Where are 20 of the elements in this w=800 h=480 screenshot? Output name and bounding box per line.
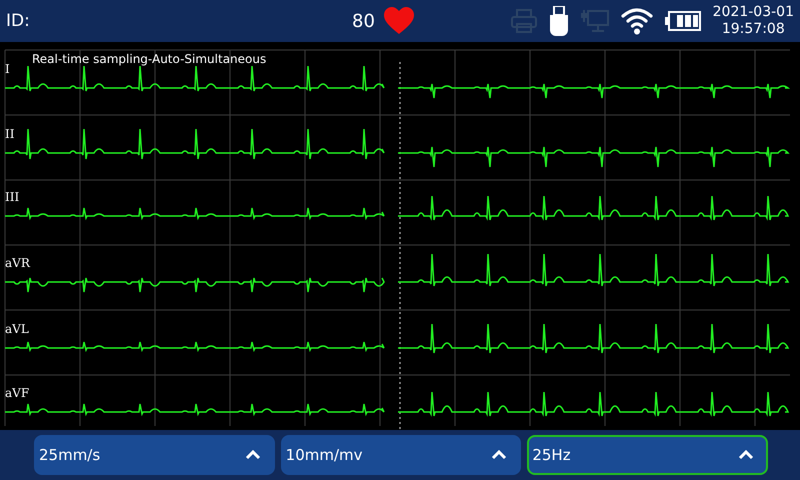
heart-icon xyxy=(382,7,415,35)
lead-label: aVL xyxy=(5,322,29,336)
lead-label: I xyxy=(5,62,10,76)
sampling-mode-text: Real-time sampling-Auto-Simultaneous xyxy=(32,52,266,66)
settings-dropdown[interactable]: 10mm/mv xyxy=(280,435,522,475)
settings-dropdown[interactable]: 25Hz xyxy=(527,435,768,475)
lead-label: III xyxy=(5,190,20,204)
settings-dropdown[interactable]: 25mm/s xyxy=(34,435,275,475)
caret-icon xyxy=(738,450,754,460)
patient-id-label: ID: xyxy=(6,11,30,31)
time-text: 19:57:08 xyxy=(722,21,785,38)
wifi-icon[interactable] xyxy=(620,7,653,35)
lead-label: aVR xyxy=(5,256,30,270)
caret-icon xyxy=(491,450,508,460)
date-text: 2021-03-01 xyxy=(712,4,794,21)
lead-label: II xyxy=(5,127,14,141)
heart-rate: 80 xyxy=(352,10,375,32)
lead-label: aVF xyxy=(5,386,30,400)
usb-drive-icon[interactable] xyxy=(548,6,569,36)
caret-icon xyxy=(244,450,261,460)
